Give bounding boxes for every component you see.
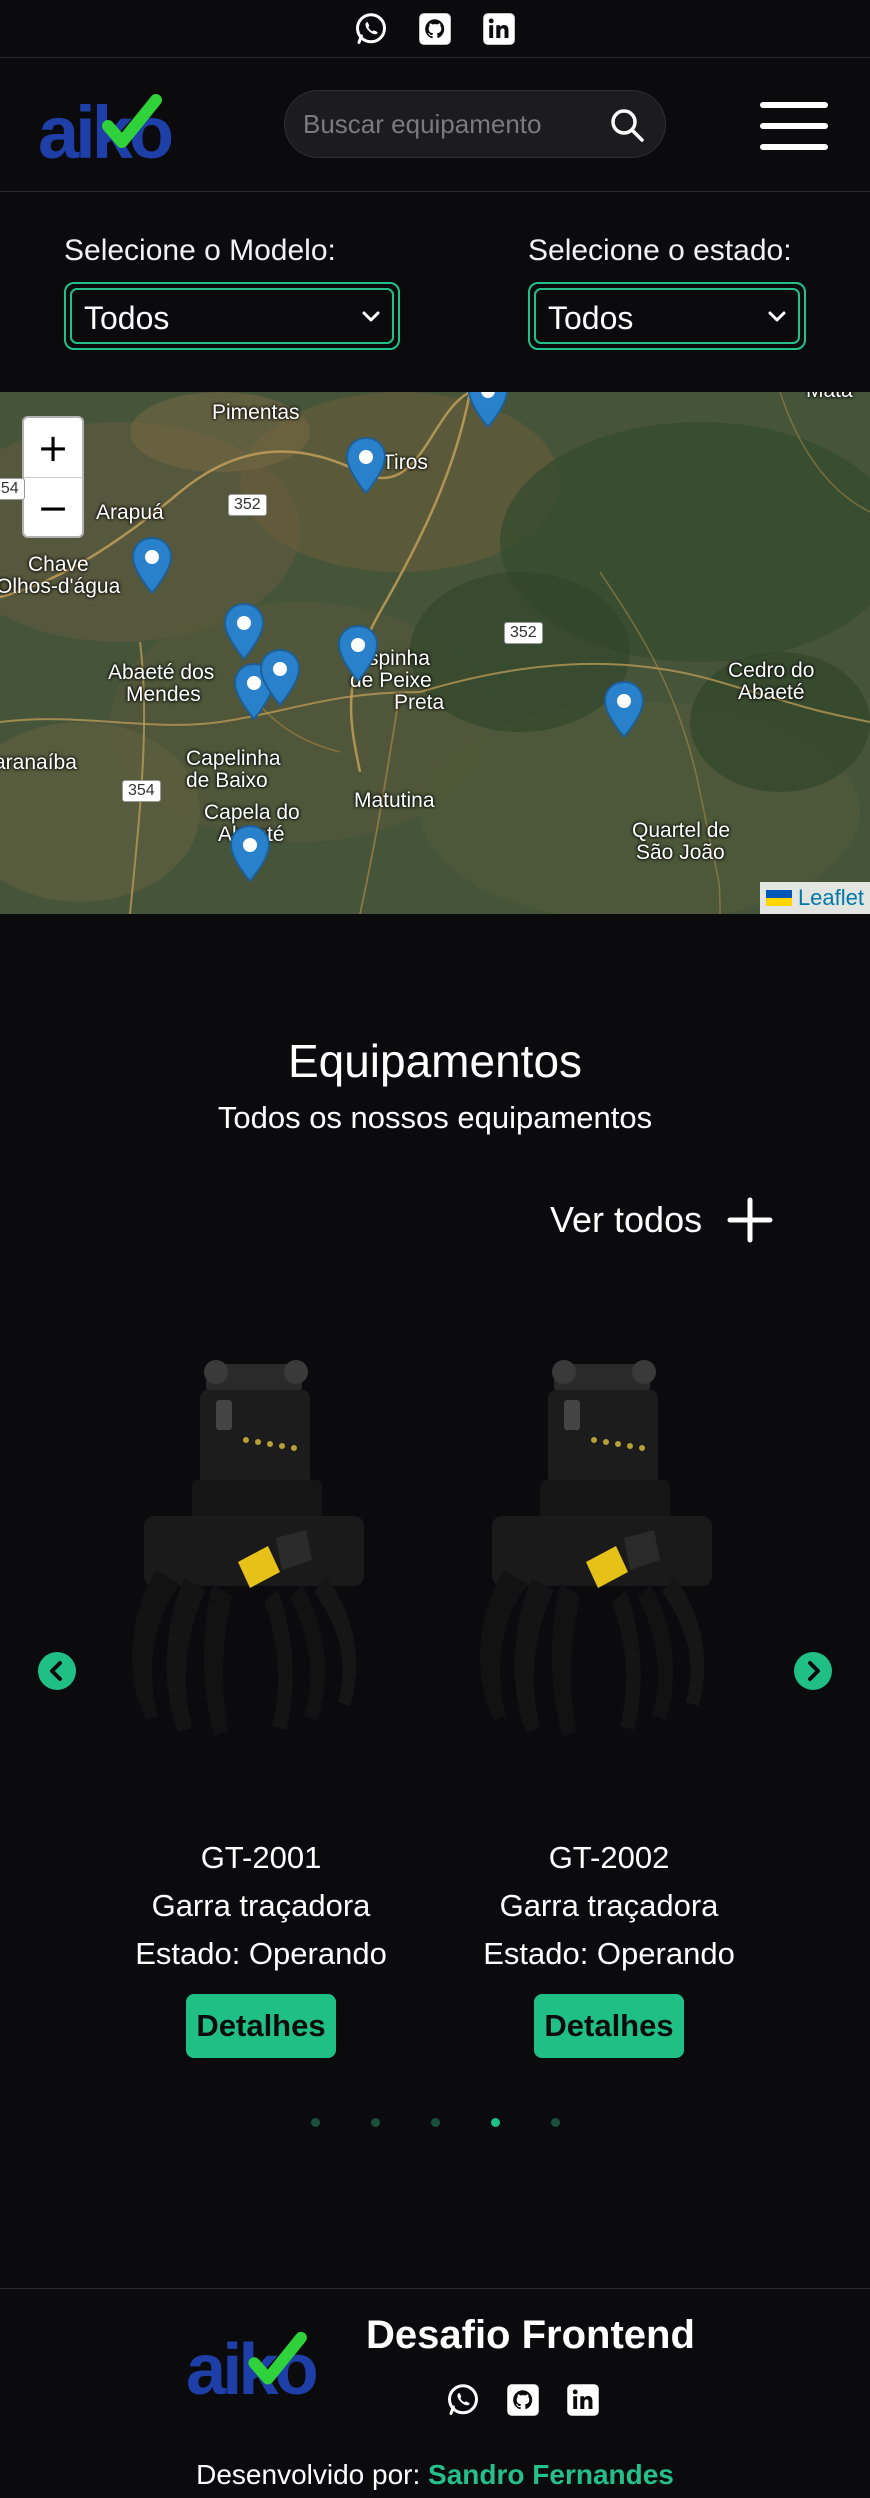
equipment-image[interactable]	[96, 1340, 426, 1760]
carousel-pagination	[0, 2118, 870, 2127]
map-label: Cedro do	[728, 659, 815, 682]
section-subtitle: Todos os nossos equipamentos	[217, 1100, 653, 1135]
map-label: aranaíba	[0, 751, 77, 774]
plus-icon	[727, 1197, 773, 1243]
equipment-state: Estado: Operando	[135, 1936, 387, 1971]
model-select[interactable]: Todos	[64, 282, 400, 350]
road-shield: 352	[504, 622, 543, 644]
equipment-type: Garra traçadora	[151, 1888, 371, 1923]
whatsapp-icon[interactable]	[352, 10, 390, 48]
zoom-control: + −	[22, 416, 84, 538]
map-label: Mendes	[126, 683, 201, 706]
equipment-code: GT-2001	[200, 1840, 322, 1875]
equipment-type: Garra traçadora	[499, 1888, 719, 1923]
map-label: Olhos-d'água	[0, 575, 121, 598]
equipment-image[interactable]	[444, 1340, 774, 1760]
carousel-dot[interactable]	[550, 2118, 560, 2127]
map-label: Mata	[806, 392, 853, 402]
map-label: Arapuá	[96, 501, 164, 524]
section-title: Equipamentos	[287, 1035, 583, 1087]
github-icon[interactable]	[416, 10, 454, 48]
search-input[interactable]	[303, 91, 603, 157]
map-label: São João	[636, 841, 725, 864]
map-marker-icon[interactable]	[336, 624, 380, 684]
map-label: de Baixo	[186, 769, 268, 792]
carousel-dot[interactable]	[370, 2118, 380, 2127]
map-attribution[interactable]: Leaflet	[759, 882, 870, 914]
zoom-in-button[interactable]: +	[24, 418, 82, 478]
equipment-state: Estado: Operando	[483, 1936, 735, 1971]
main-header: aiko	[0, 58, 870, 192]
footer-title: Desafio Frontend	[366, 2313, 695, 2357]
footer: aiko Desafio Frontend Desenvolvido por: …	[0, 2288, 870, 2498]
map-marker-icon[interactable]	[258, 648, 302, 708]
ukraine-flag-icon	[765, 890, 792, 906]
state-filter-label: Selecione o estado:	[528, 234, 792, 267]
state-select-value: Todos	[548, 300, 634, 336]
state-select[interactable]: Todos	[528, 282, 806, 350]
chevron-down-icon	[768, 311, 786, 322]
carousel-dot[interactable]	[310, 2118, 320, 2127]
equipment-card: GT-2001 Garra traçadora Estado: Operando…	[96, 1340, 426, 2058]
map-marker-icon[interactable]	[130, 536, 174, 596]
aiko-logo[interactable]: aiko	[38, 88, 198, 174]
model-select-value: Todos	[84, 300, 170, 336]
carousel-dot[interactable]	[430, 2118, 440, 2127]
see-all-label: Ver todos	[550, 1199, 703, 1240]
see-all-link[interactable]: Ver todos	[550, 1190, 774, 1250]
equipment-map[interactable]: + − Pimentas Tiros Arapuá Chave Olhos-d'…	[0, 392, 870, 914]
map-label: Capelinha	[186, 747, 281, 770]
road-shield: 352	[228, 494, 267, 516]
search-bar	[284, 90, 666, 158]
map-label: Capela do	[204, 801, 300, 824]
leaflet-link[interactable]: Leaflet	[798, 885, 864, 911]
filters-section: Selecione o Modelo: Todos Selecione o es…	[0, 192, 870, 392]
map-label: Pimentas	[212, 401, 300, 424]
github-icon[interactable]	[504, 2381, 542, 2419]
footer-aiko-logo[interactable]: aiko	[186, 2325, 342, 2410]
footer-social-links	[444, 2381, 602, 2419]
map-marker-icon[interactable]	[466, 392, 510, 430]
map-label: Quartel de	[632, 819, 731, 842]
road-shield: 354	[122, 780, 161, 802]
linkedin-icon[interactable]	[564, 2381, 602, 2419]
hamburger-menu-icon[interactable]	[760, 98, 828, 154]
carousel-dot[interactable]	[490, 2118, 500, 2127]
map-label: Matutina	[354, 789, 435, 812]
chevron-right-icon	[808, 1661, 820, 1681]
author-link[interactable]: Sandro Fernandes	[428, 2459, 674, 2490]
map-label: Abaeté	[738, 681, 805, 704]
details-button[interactable]: Detalhes	[534, 1994, 684, 2058]
details-button[interactable]: Detalhes	[186, 1994, 336, 2058]
credit-prefix: Desenvolvido por:	[196, 2459, 429, 2490]
carousel-prev-button[interactable]	[38, 1652, 76, 1690]
carousel-next-button[interactable]	[794, 1652, 832, 1690]
map-marker-icon[interactable]	[228, 824, 272, 884]
zoom-out-button[interactable]: −	[24, 478, 82, 536]
map-label: Tiros	[382, 451, 428, 474]
map-label: Chave	[28, 553, 89, 576]
search-icon[interactable]	[609, 107, 645, 143]
equipment-card: GT-2002 Garra traçadora Estado: Operando…	[444, 1340, 774, 2058]
chevron-left-icon	[50, 1661, 62, 1681]
top-social-bar	[0, 0, 870, 58]
equipment-code: GT-2002	[548, 1840, 670, 1875]
whatsapp-icon[interactable]	[444, 2381, 482, 2419]
map-marker-icon[interactable]	[602, 680, 646, 740]
road-shield: 354	[0, 478, 25, 500]
footer-credit: Desenvolvido por: Sandro Fernandes	[0, 2459, 870, 2491]
linkedin-icon[interactable]	[480, 10, 518, 48]
map-label: Preta	[394, 691, 445, 714]
map-label: Abaeté dos	[108, 661, 215, 684]
chevron-down-icon	[362, 311, 380, 322]
satellite-map-tiles	[0, 392, 870, 914]
model-filter-label: Selecione o Modelo:	[64, 234, 336, 267]
map-marker-icon[interactable]	[344, 436, 388, 496]
